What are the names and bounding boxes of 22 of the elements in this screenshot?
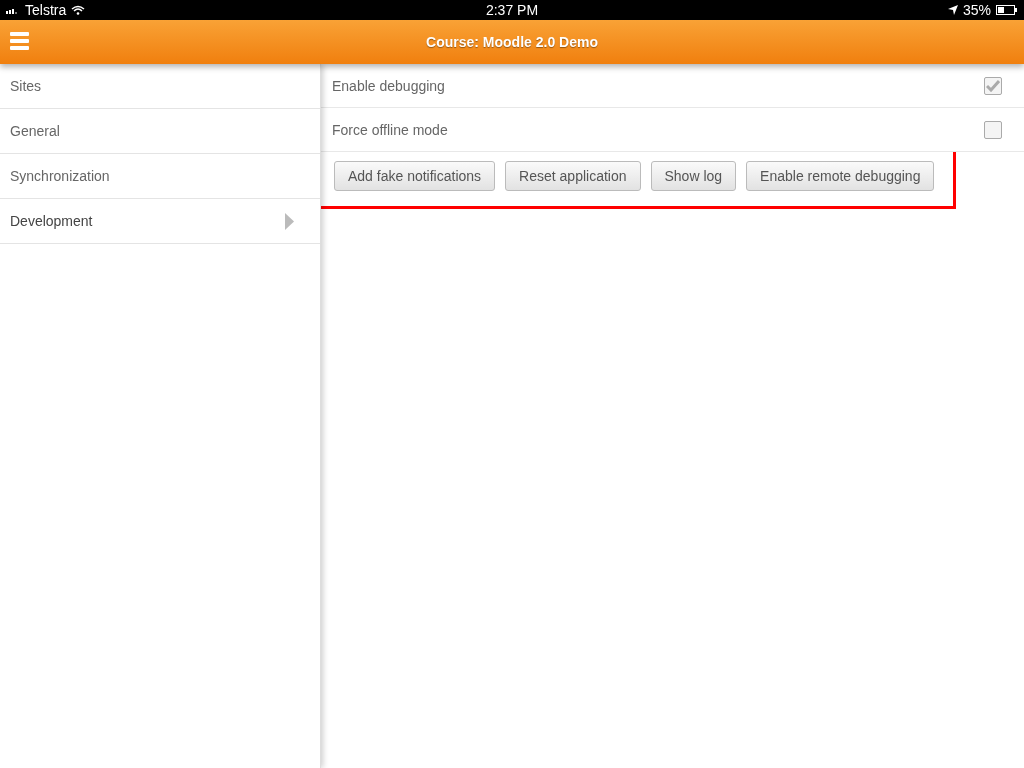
wifi-icon (71, 5, 86, 15)
sidebar-item[interactable]: Synchronization (0, 154, 320, 199)
signal-icon (6, 6, 20, 14)
battery-percent: 35% (962, 2, 991, 18)
action-button[interactable]: Reset application (505, 161, 641, 191)
sidebar-item[interactable]: Sites (0, 64, 320, 109)
action-button[interactable]: Show log (650, 161, 737, 191)
location-arrow-icon (947, 5, 958, 15)
menu-icon[interactable] (10, 32, 29, 51)
checkbox[interactable] (984, 120, 1002, 139)
battery-icon (996, 5, 1018, 15)
checkbox[interactable] (984, 76, 1002, 95)
clock-time: 2:37 PM (485, 2, 539, 18)
chevron-icon (285, 212, 294, 230)
sidebar-item[interactable]: Development (0, 199, 320, 244)
sidebar-item[interactable]: General (0, 109, 320, 154)
header-title: Course: Moodle 2.0 Demo (426, 34, 598, 50)
carrier-name: Telstra (25, 2, 67, 18)
action-button[interactable]: Add fake notifications (334, 161, 496, 191)
setting-label: Enable debugging (332, 77, 445, 94)
setting-label: Force offline mode (332, 121, 448, 138)
action-button[interactable]: Enable remote debugging (746, 161, 935, 191)
